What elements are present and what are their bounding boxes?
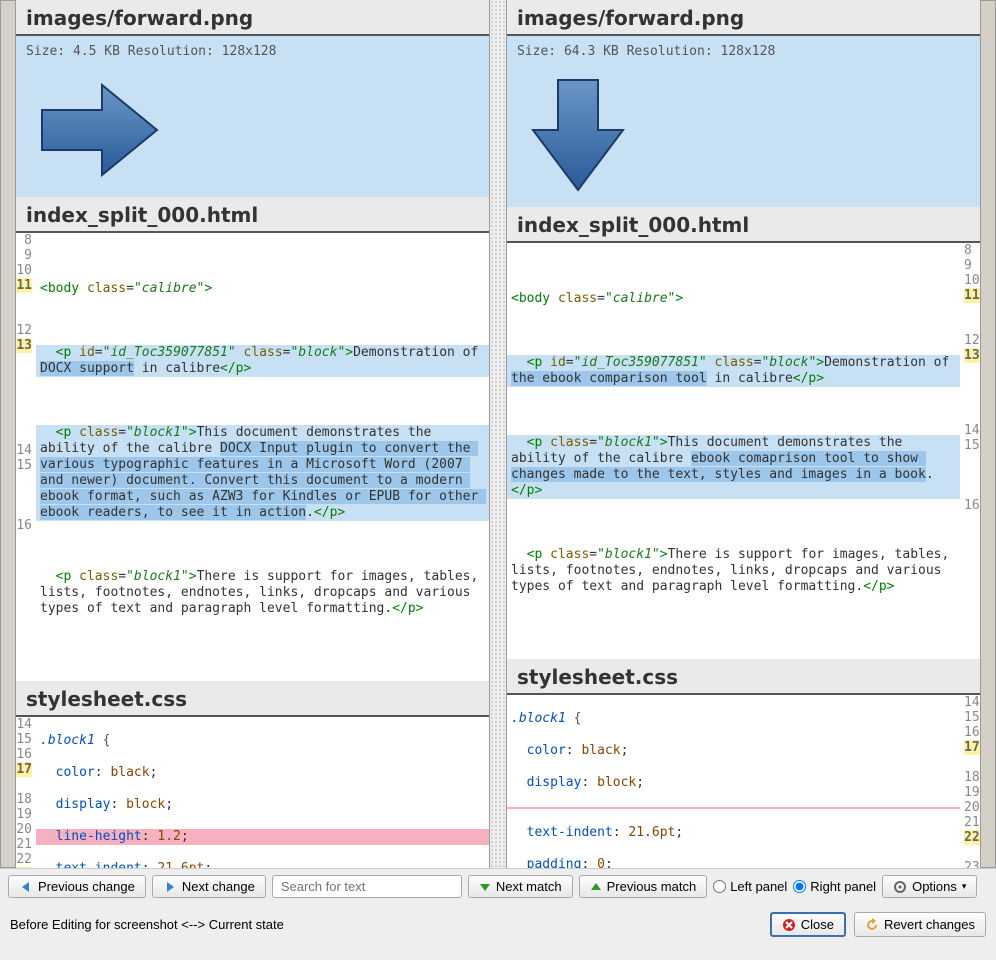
radio-label: Right panel — [810, 879, 876, 894]
down-arrow-icon — [523, 75, 633, 195]
left-panel-radio[interactable]: Left panel — [713, 879, 787, 894]
previous-change-button[interactable]: Previous change — [8, 875, 146, 898]
status-text: Before Editing for screenshot <--> Curre… — [10, 917, 284, 932]
button-label: Previous change — [38, 879, 135, 894]
radio-label: Left panel — [730, 879, 787, 894]
diff-panes: images/forward.png Size: 4.5 KB Resoluti… — [16, 0, 980, 868]
file-header: index_split_000.html — [507, 207, 980, 243]
line-numbers: 8910111213141516 — [16, 233, 36, 681]
center-gutter — [490, 0, 506, 868]
diff-container: images/forward.png Size: 4.5 KB Resoluti… — [0, 0, 996, 868]
image-meta: Size: 4.5 KB Resolution: 128x128 — [26, 44, 479, 59]
code-lines: <body class="calibre"> <p id="id_Toc3590… — [507, 243, 960, 659]
code-block-html[interactable]: <body class="calibre"> <p id="id_Toc3590… — [507, 243, 980, 659]
scrollbar-right[interactable] — [980, 0, 996, 868]
right-panel-radio[interactable]: Right panel — [793, 879, 876, 894]
search-input[interactable] — [272, 875, 462, 898]
close-button[interactable]: Close — [770, 912, 846, 937]
forward-arrow-icon — [32, 75, 162, 185]
image-diff-block: Size: 4.5 KB Resolution: 128x128 — [16, 36, 489, 197]
file-header: images/forward.png — [507, 0, 980, 36]
code-block-html[interactable]: 8910111213141516 <body class="calibre"> … — [16, 233, 489, 681]
code-block-css[interactable]: 1415161718192021222324252627 .block1 { c… — [16, 717, 489, 868]
undo-icon — [865, 918, 879, 932]
next-change-button[interactable]: Next change — [152, 875, 266, 898]
right-pane: images/forward.png Size: 64.3 KB Resolut… — [506, 0, 980, 868]
file-header: stylesheet.css — [16, 681, 489, 717]
button-label: Next change — [182, 879, 255, 894]
close-icon — [782, 918, 796, 932]
code-lines: <body class="calibre"> <p id="id_Toc3590… — [36, 233, 489, 681]
revert-changes-button[interactable]: Revert changes — [854, 912, 986, 937]
button-label: Previous match — [607, 879, 697, 894]
left-pane: images/forward.png Size: 4.5 KB Resoluti… — [16, 0, 490, 868]
image-diff-block: Size: 64.3 KB Resolution: 128x128 — [507, 36, 980, 207]
scrollbar-left[interactable] — [0, 0, 16, 868]
triangle-up-icon — [590, 881, 602, 893]
chevron-down-icon: ▾ — [962, 881, 967, 892]
code-block-css[interactable]: .block1 { color: black; display: block; … — [507, 695, 980, 868]
gear-icon — [893, 880, 907, 894]
options-button[interactable]: Options ▾ — [882, 875, 977, 898]
file-header: images/forward.png — [16, 0, 489, 36]
next-match-button[interactable]: Next match — [468, 875, 573, 898]
line-numbers: 1415161718192021222324252627 — [960, 695, 980, 868]
status-bar: Before Editing for screenshot <--> Curre… — [0, 904, 996, 945]
button-label: Options — [912, 879, 957, 894]
button-label: Close — [801, 917, 834, 932]
code-lines: .block1 { color: black; display: block; … — [507, 695, 960, 868]
line-numbers: 1415161718192021222324252627 — [16, 717, 36, 868]
code-lines: .block1 { color: black; display: block; … — [36, 717, 489, 868]
arrow-right-icon — [163, 880, 177, 894]
file-header: stylesheet.css — [507, 659, 980, 695]
previous-match-button[interactable]: Previous match — [579, 875, 708, 898]
file-header: index_split_000.html — [16, 197, 489, 233]
arrow-left-icon — [19, 880, 33, 894]
button-label: Revert changes — [884, 917, 975, 932]
image-meta: Size: 64.3 KB Resolution: 128x128 — [517, 44, 970, 59]
triangle-down-icon — [479, 881, 491, 893]
line-numbers: 8910111213141516 — [960, 243, 980, 659]
button-label: Next match — [496, 879, 562, 894]
toolbar: Previous change Next change Next match P… — [0, 868, 996, 904]
